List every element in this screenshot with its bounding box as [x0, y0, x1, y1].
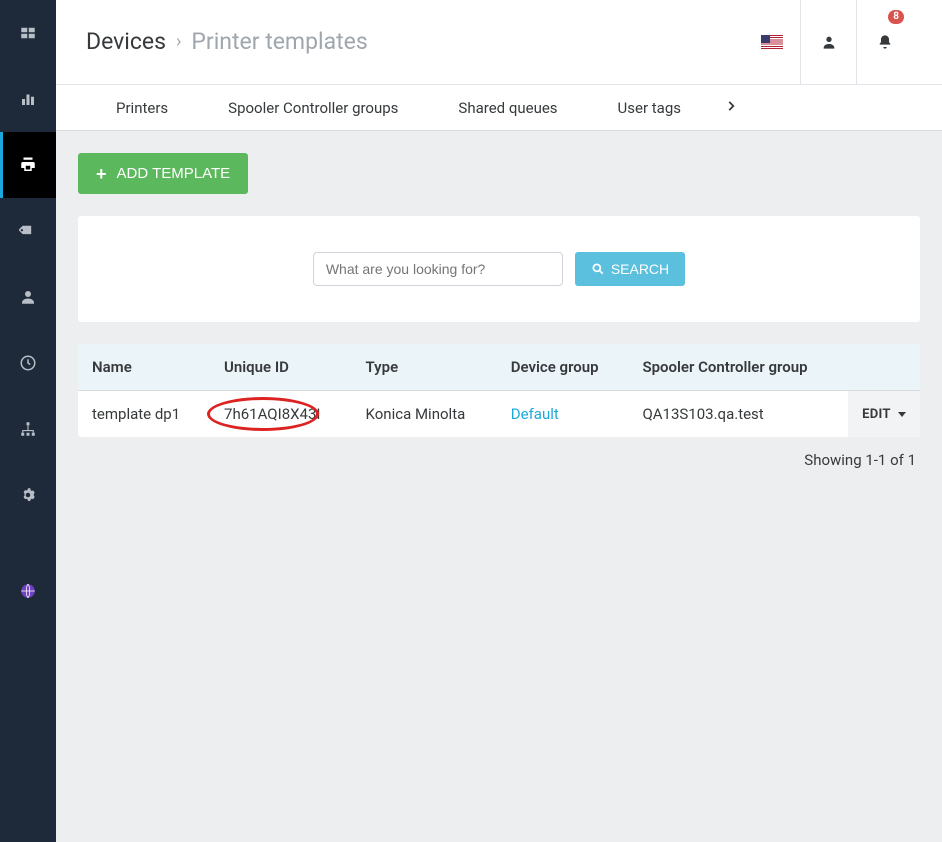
- tag-icon: [19, 222, 37, 240]
- sidebar-item-globe[interactable]: [0, 558, 56, 624]
- search-button-label: SEARCH: [611, 261, 669, 277]
- bell-icon: [877, 34, 893, 50]
- search-input[interactable]: [313, 252, 563, 286]
- breadcrumb-parent[interactable]: Devices: [86, 28, 166, 55]
- col-type[interactable]: Type: [352, 344, 497, 391]
- col-unique-id[interactable]: Unique ID: [210, 344, 351, 391]
- row-edit-button[interactable]: EDIT: [848, 391, 920, 438]
- tabbar: Printers Spooler Controller groups Share…: [56, 85, 942, 131]
- table-row[interactable]: template dp1 7h61AQI8X43I Konica Minolta…: [78, 391, 920, 438]
- plus-icon: +: [96, 167, 107, 181]
- search-icon: [591, 262, 605, 276]
- col-name[interactable]: Name: [78, 344, 210, 391]
- header: Devices › Printer templates 8: [56, 0, 942, 85]
- templates-table: Name Unique ID Type Device group Spooler…: [78, 344, 920, 437]
- unique-id-value: 7h61AQI8X43I: [224, 405, 320, 423]
- sidebar-item-tags[interactable]: [0, 198, 56, 264]
- sidebar: [0, 0, 56, 842]
- bar-chart-icon: [19, 90, 37, 108]
- device-group-link[interactable]: Default: [511, 405, 559, 423]
- col-device-group[interactable]: Device group: [497, 344, 629, 391]
- sidebar-item-settings[interactable]: [0, 462, 56, 528]
- breadcrumb: Devices › Printer templates: [86, 28, 368, 55]
- flag-us-icon: [761, 35, 783, 49]
- tabs-more[interactable]: [711, 97, 751, 118]
- chevron-right-icon: [724, 99, 738, 113]
- caret-down-icon: [898, 412, 906, 417]
- language-selector[interactable]: [744, 0, 800, 84]
- sidebar-item-structure[interactable]: [0, 396, 56, 462]
- account-menu[interactable]: [800, 0, 856, 84]
- pagination-summary: Showing 1-1 of 1: [78, 437, 920, 469]
- dashboard-icon: [19, 24, 37, 42]
- user-icon: [821, 34, 837, 50]
- main: Devices › Printer templates 8 Printers S…: [56, 0, 942, 842]
- tab-printers[interactable]: Printers: [86, 85, 198, 130]
- cell-unique-id: 7h61AQI8X43I: [210, 391, 351, 438]
- clock-icon: [19, 354, 37, 372]
- tab-spooler-groups[interactable]: Spooler Controller groups: [198, 85, 428, 130]
- col-spooler-group[interactable]: Spooler Controller group: [628, 344, 848, 391]
- notifications-menu[interactable]: 8: [856, 0, 912, 84]
- sidebar-item-users[interactable]: [0, 264, 56, 330]
- sidebar-item-dashboard[interactable]: [0, 0, 56, 66]
- sidebar-item-history[interactable]: [0, 330, 56, 396]
- cell-device-group: Default: [497, 391, 629, 438]
- header-right: 8: [744, 22, 912, 60]
- table-header-row: Name Unique ID Type Device group Spooler…: [78, 344, 920, 391]
- printer-icon: [19, 156, 37, 174]
- content: + ADD TEMPLATE SEARCH Name Unique ID Ty: [56, 131, 942, 491]
- sitemap-icon: [19, 420, 37, 438]
- chevron-right-icon: ›: [176, 31, 181, 52]
- search-button[interactable]: SEARCH: [575, 252, 685, 286]
- sidebar-item-reports[interactable]: [0, 66, 56, 132]
- cell-name: template dp1: [78, 391, 210, 438]
- notification-badge: 8: [888, 10, 904, 24]
- cell-spooler-group: QA13S103.qa.test: [628, 391, 848, 438]
- add-template-label: ADD TEMPLATE: [117, 165, 231, 182]
- tab-user-tags[interactable]: User tags: [588, 85, 711, 130]
- add-template-button[interactable]: + ADD TEMPLATE: [78, 153, 248, 194]
- user-icon: [19, 288, 37, 306]
- cell-type: Konica Minolta: [352, 391, 497, 438]
- gear-icon: [19, 486, 37, 504]
- col-actions: [848, 344, 920, 391]
- breadcrumb-current: Printer templates: [191, 28, 367, 55]
- sidebar-item-devices[interactable]: [0, 132, 56, 198]
- search-panel: SEARCH: [78, 216, 920, 322]
- globe-icon: [19, 582, 37, 600]
- edit-label: EDIT: [862, 407, 890, 422]
- tab-shared-queues[interactable]: Shared queues: [428, 85, 587, 130]
